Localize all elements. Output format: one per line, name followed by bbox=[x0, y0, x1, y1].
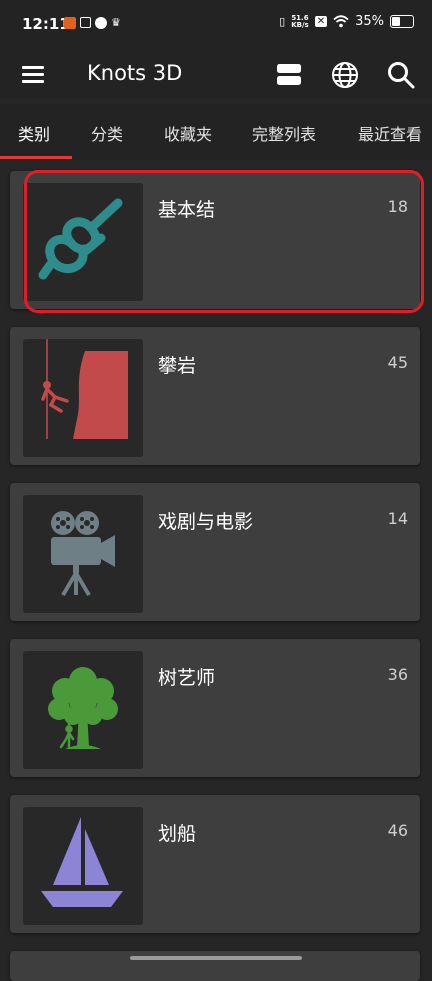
vibrate-icon: ▯ bbox=[279, 15, 286, 28]
wifi-icon bbox=[333, 15, 349, 28]
check-notification-icon bbox=[95, 17, 107, 29]
category-thumbnail bbox=[23, 339, 143, 457]
tab-recently-viewed[interactable]: 最近查看 bbox=[358, 121, 422, 145]
category-count: 45 bbox=[387, 353, 408, 372]
menu-icon[interactable] bbox=[22, 66, 44, 84]
status-time: 12:11 bbox=[22, 15, 70, 33]
tab-categories[interactable]: 类别 bbox=[18, 121, 50, 145]
battery-icon bbox=[390, 15, 414, 28]
sailboat-icon bbox=[41, 815, 123, 907]
view-toggle-icon[interactable] bbox=[274, 60, 304, 90]
climbing-icon bbox=[41, 339, 128, 439]
tab-bar: 类别 分类 收藏夹 完整列表 最近查看 bbox=[0, 104, 432, 160]
category-count: 36 bbox=[387, 665, 408, 684]
film-camera-icon bbox=[51, 511, 115, 597]
active-tab-indicator bbox=[0, 156, 72, 159]
home-indicator bbox=[130, 956, 302, 960]
crown-icon: ♛ bbox=[111, 16, 121, 29]
highlight-outline bbox=[24, 170, 424, 313]
category-count: 46 bbox=[387, 821, 408, 840]
category-card-boating[interactable]: 划船 46 bbox=[10, 795, 420, 933]
tab-classification[interactable]: 分类 bbox=[91, 121, 123, 145]
category-card-climbing[interactable]: 攀岩 45 bbox=[10, 327, 420, 465]
sim-icon: ✕ bbox=[314, 16, 328, 27]
calendar-notification-icon bbox=[80, 17, 91, 28]
app-notification-icon bbox=[64, 17, 76, 29]
category-card-theater-film[interactable]: 戏剧与电影 14 bbox=[10, 483, 420, 621]
category-thumbnail bbox=[23, 807, 143, 925]
app-bar: Knots 3D bbox=[0, 52, 432, 98]
status-bar: 12:11 ♛ ▯ 51.6 KB/s ✕ 35% bbox=[0, 0, 432, 52]
tab-favorites[interactable]: 收藏夹 bbox=[164, 121, 212, 145]
category-name: 戏剧与电影 bbox=[158, 511, 254, 533]
category-thumbnail bbox=[23, 651, 143, 769]
category-count: 14 bbox=[387, 509, 408, 528]
speed-unit: KB/s bbox=[291, 20, 309, 29]
category-name: 树艺师 bbox=[158, 667, 216, 689]
category-name: 攀岩 bbox=[158, 355, 197, 377]
notification-icons: ♛ bbox=[64, 17, 121, 29]
category-thumbnail bbox=[23, 495, 143, 613]
battery-percent: 35% bbox=[355, 14, 384, 29]
network-speed: 51.6 KB/s bbox=[291, 14, 309, 29]
category-card-arborist[interactable]: 树艺师 36 bbox=[10, 639, 420, 777]
category-name: 划船 bbox=[158, 823, 197, 845]
search-icon[interactable] bbox=[386, 60, 416, 90]
status-right: ▯ 51.6 KB/s ✕ 35% bbox=[279, 14, 414, 29]
tab-full-list[interactable]: 完整列表 bbox=[252, 121, 316, 145]
app-title: Knots 3D bbox=[87, 61, 183, 85]
globe-icon[interactable] bbox=[330, 60, 360, 90]
tree-icon bbox=[48, 667, 118, 749]
